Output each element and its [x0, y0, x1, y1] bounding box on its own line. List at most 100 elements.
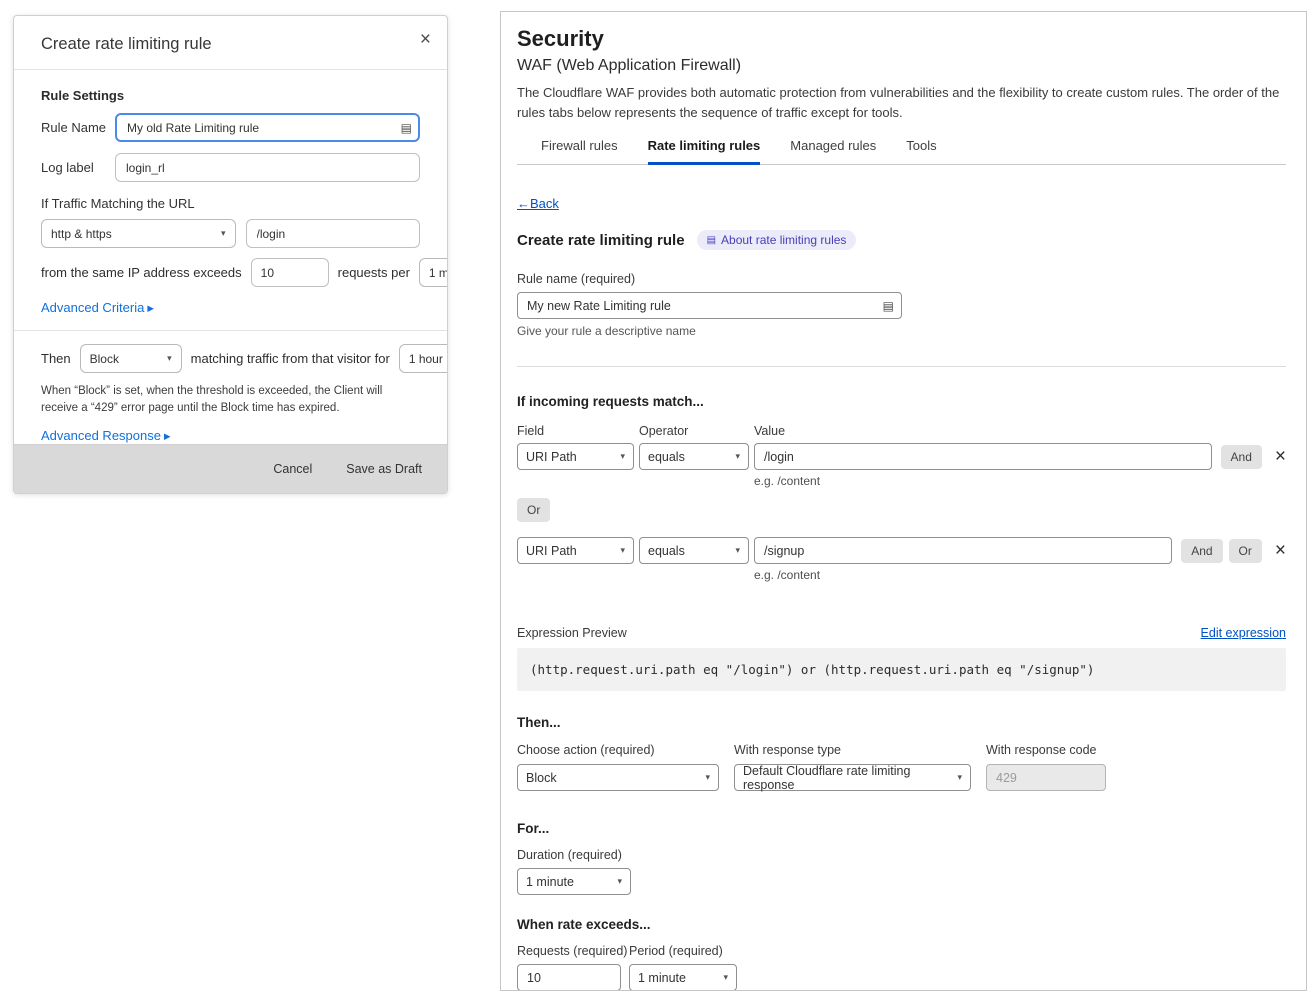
- rate-period-select[interactable]: 1 minute ▾: [629, 964, 737, 991]
- operator-select[interactable]: equals ▾: [639, 443, 749, 470]
- value-input[interactable]: [754, 537, 1172, 564]
- caret-down-icon: ▾: [620, 545, 625, 556]
- threshold-prefix-text: from the same IP address exceeds: [41, 265, 242, 280]
- requests-label: Requests (required): [517, 944, 629, 958]
- doc-icon: ▤: [707, 235, 716, 246]
- value-hint: e.g. /content: [754, 474, 1286, 488]
- tab-firewall-rules[interactable]: Firewall rules: [541, 138, 618, 164]
- or-button[interactable]: Or: [1229, 539, 1262, 563]
- response-code-label: With response code: [986, 743, 1106, 757]
- advanced-criteria-link[interactable]: Advanced Criteria▶: [41, 300, 154, 315]
- then-heading: Then...: [517, 715, 1286, 730]
- operator-select[interactable]: equals ▾: [639, 537, 749, 564]
- chevron-right-icon: ▶: [147, 303, 154, 313]
- and-button[interactable]: And: [1181, 539, 1222, 563]
- caret-down-icon: ▾: [620, 451, 625, 462]
- advanced-response-link[interactable]: Advanced Response▶: [41, 428, 171, 443]
- rule-name-input[interactable]: [115, 113, 420, 142]
- for-heading: For...: [517, 821, 1286, 836]
- cancel-button[interactable]: Cancel: [273, 462, 312, 476]
- edit-expression-link[interactable]: Edit expression: [1201, 626, 1286, 640]
- action-select[interactable]: Block ▾: [80, 344, 182, 373]
- response-type-label: With response type: [734, 743, 971, 757]
- caret-down-icon: ▾: [723, 972, 728, 983]
- remove-condition-icon[interactable]: ×: [1275, 447, 1286, 466]
- autofill-icon: ▤: [883, 299, 894, 313]
- response-type-select[interactable]: Default Cloudflare rate limiting respons…: [734, 764, 971, 791]
- value-input[interactable]: [754, 443, 1212, 470]
- log-label-label: Log label: [41, 160, 115, 175]
- threshold-input[interactable]: [251, 258, 329, 287]
- dialog-title: Create rate limiting rule: [41, 35, 425, 54]
- close-icon[interactable]: ×: [420, 30, 431, 49]
- response-code-input: [986, 764, 1106, 791]
- expression-code: (http.request.uri.path eq "/login") or (…: [517, 648, 1286, 691]
- caret-down-icon: ▾: [167, 353, 172, 364]
- create-rule-heading: Create rate limiting rule: [517, 232, 685, 249]
- dialog-header: Create rate limiting rule ×: [14, 16, 447, 70]
- page-subtitle: WAF (Web Application Firewall): [517, 57, 1286, 75]
- tab-rate-limiting-rules[interactable]: Rate limiting rules: [648, 138, 761, 165]
- tab-tools[interactable]: Tools: [906, 138, 936, 164]
- log-label-input[interactable]: [115, 153, 420, 182]
- dialog-body: Rule Settings Rule Name ▤ Log label If T…: [14, 70, 447, 488]
- arrow-left-icon: ←: [517, 196, 530, 211]
- caret-down-icon: ▾: [705, 772, 710, 783]
- threshold-suffix-text: requests per: [338, 265, 410, 280]
- log-label-row: Log label: [41, 153, 420, 182]
- duration-label: Duration (required): [517, 848, 1286, 862]
- action-select[interactable]: Block ▾: [517, 764, 719, 791]
- save-as-draft-button[interactable]: Save as Draft: [346, 462, 422, 476]
- caret-down-icon: ▾: [957, 772, 962, 783]
- condition-row: URI Path ▾ equals ▾ And ×: [517, 443, 1286, 470]
- security-waf-page: Security WAF (Web Application Firewall) …: [500, 11, 1307, 991]
- condition-row: URI Path ▾ equals ▾ And Or ×: [517, 537, 1286, 564]
- about-rate-limiting-badge[interactable]: ▤ About rate limiting rules: [697, 230, 857, 250]
- page-title: Security: [517, 26, 1286, 52]
- page-description: The Cloudflare WAF provides both automat…: [517, 83, 1283, 122]
- rule-name-helper: Give your rule a descriptive name: [517, 324, 1286, 338]
- duration-select[interactable]: 1 minute ▾: [517, 868, 631, 895]
- choose-action-label: Choose action (required): [517, 743, 719, 757]
- rule-name-row: Rule Name ▤: [41, 113, 420, 142]
- value-hint: e.g. /content: [754, 568, 1286, 582]
- threshold-row: from the same IP address exceeds request…: [41, 258, 420, 287]
- block-duration-select[interactable]: 1 hour ▾: [399, 344, 448, 373]
- autofill-icon: ▤: [401, 121, 412, 135]
- field-select[interactable]: URI Path ▾: [517, 537, 634, 564]
- match-heading: If incoming requests match...: [517, 394, 1286, 409]
- requests-input[interactable]: [517, 964, 621, 991]
- rule-name-label: Rule name (required): [517, 272, 1286, 286]
- expression-preview-label: Expression Preview: [517, 626, 627, 640]
- or-button[interactable]: Or: [517, 498, 550, 522]
- chevron-right-icon: ▶: [164, 431, 171, 441]
- rule-name-label: Rule Name: [41, 120, 115, 135]
- waf-tabs: Firewall rules Rate limiting rules Manag…: [517, 138, 1286, 165]
- then-label: Then: [41, 351, 71, 366]
- divider: [14, 330, 447, 331]
- back-link[interactable]: ←Back: [517, 196, 559, 211]
- remove-condition-icon[interactable]: ×: [1275, 541, 1286, 560]
- caret-down-icon: ▾: [617, 876, 622, 887]
- rule-settings-heading: Rule Settings: [41, 88, 420, 103]
- period-label: Period (required): [629, 944, 723, 958]
- caret-down-icon: ▾: [735, 545, 740, 556]
- value-label: Value: [754, 424, 785, 438]
- rule-name-input[interactable]: [517, 292, 902, 319]
- field-select[interactable]: URI Path ▾: [517, 443, 634, 470]
- caret-down-icon: ▾: [221, 228, 226, 239]
- divider: [517, 366, 1286, 367]
- create-rate-limiting-rule-dialog: Create rate limiting rule × Rule Setting…: [13, 15, 448, 494]
- period-select[interactable]: 1 minute ▾: [419, 258, 448, 287]
- block-note: When “Block” is set, when the threshold …: [41, 383, 409, 416]
- dialog-footer: Cancel Save as Draft: [14, 444, 447, 493]
- traffic-matching-label: If Traffic Matching the URL: [41, 196, 420, 211]
- field-label: Field: [517, 424, 639, 438]
- then-middle-text: matching traffic from that visitor for: [191, 351, 390, 366]
- rate-heading: When rate exceeds...: [517, 917, 1286, 932]
- scheme-select[interactable]: http & https ▾: [41, 219, 236, 248]
- url-match-row: http & https ▾: [41, 219, 420, 248]
- and-button[interactable]: And: [1221, 445, 1262, 469]
- url-input[interactable]: [246, 219, 421, 248]
- tab-managed-rules[interactable]: Managed rules: [790, 138, 876, 164]
